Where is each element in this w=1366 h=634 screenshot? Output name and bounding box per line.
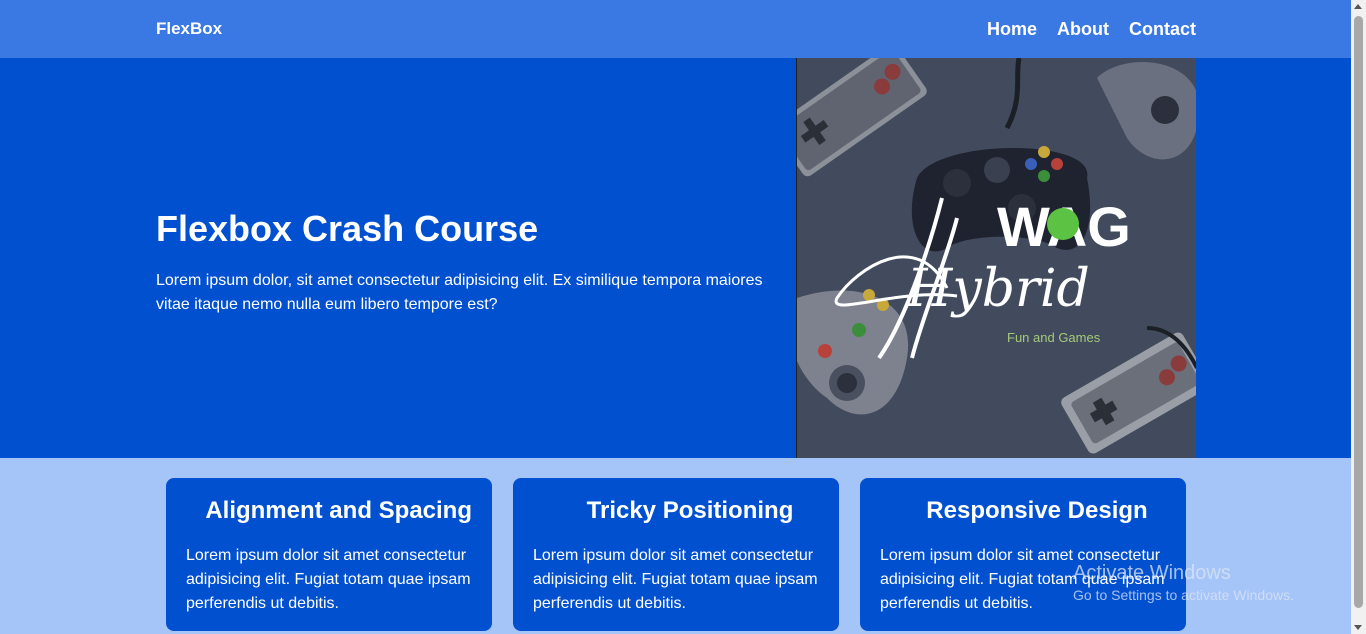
- navbar-inner: FlexBox Home About Contact: [156, 0, 1196, 58]
- vertical-scrollbar[interactable]: [1351, 0, 1366, 634]
- nav-link-contact[interactable]: Contact: [1129, 19, 1196, 40]
- card-title: Tricky Positioning: [586, 497, 794, 524]
- card-alignment-spacing: Alignment and Spacing Lorem ipsum dolor …: [166, 478, 492, 631]
- logo-tagline: Fun and Games: [1007, 330, 1101, 345]
- nav-link-home[interactable]: Home: [987, 19, 1037, 40]
- hero-text: Flexbox Crash Course Lorem ipsum dolor, …: [156, 208, 776, 317]
- card-title: Alignment and Spacing: [205, 497, 472, 524]
- site-logo[interactable]: FlexBox: [156, 19, 222, 39]
- card-responsive-design: Responsive Design Lorem ipsum dolor sit …: [860, 478, 1186, 631]
- nav-links: Home About Contact: [987, 19, 1196, 40]
- game-controllers-image: WAG Hybrid Fun and Games: [797, 58, 1196, 458]
- card-header: Responsive Design: [880, 494, 1166, 528]
- card-body: Lorem ipsum dolor sit amet consectetur a…: [186, 547, 471, 612]
- card-body: Lorem ipsum dolor sit amet consectetur a…: [880, 547, 1165, 612]
- scrollbar-thumb[interactable]: [1354, 16, 1363, 608]
- hero-section: Flexbox Crash Course Lorem ipsum dolor, …: [0, 58, 1351, 458]
- hero-image: WAG Hybrid Fun and Games: [796, 58, 1196, 458]
- scroll-down-arrow-icon[interactable]: [1354, 625, 1362, 630]
- hero-description: Lorem ipsum dolor, sit amet consectetur …: [156, 272, 763, 314]
- feature-cards: Alignment and Spacing Lorem ipsum dolor …: [166, 478, 1186, 631]
- nav-link-about[interactable]: About: [1057, 19, 1109, 40]
- card-title: Responsive Design: [926, 497, 1148, 524]
- card-header: Alignment and Spacing: [186, 494, 472, 528]
- card-body: Lorem ipsum dolor sit amet consectetur a…: [533, 547, 818, 612]
- navbar: FlexBox Home About Contact: [0, 0, 1351, 58]
- scroll-up-arrow-icon[interactable]: [1354, 4, 1362, 9]
- card-header: Tricky Positioning: [533, 494, 819, 528]
- hero-title: Flexbox Crash Course: [156, 208, 539, 249]
- card-tricky-positioning: Tricky Positioning Lorem ipsum dolor sit…: [513, 478, 839, 631]
